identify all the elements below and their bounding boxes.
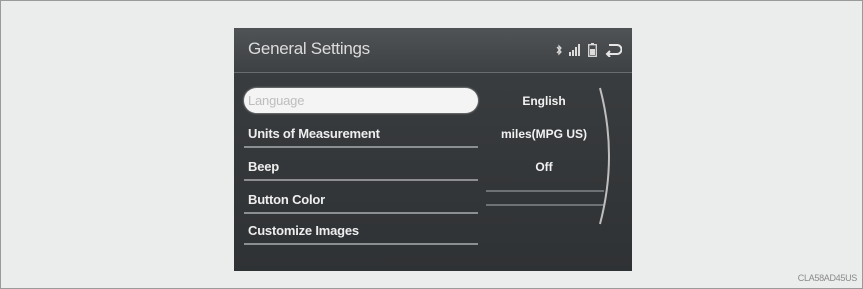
page-title: General Settings bbox=[248, 39, 370, 58]
language-value: English bbox=[522, 94, 566, 108]
menu-item-units[interactable]: Units of Measurement bbox=[244, 121, 478, 148]
value-divider bbox=[486, 204, 604, 206]
menu-item-button-color[interactable]: Button Color bbox=[244, 187, 478, 214]
scroll-indicator[interactable] bbox=[596, 86, 618, 226]
units-value: miles(MPG US) bbox=[500, 127, 587, 141]
bluetooth-icon bbox=[556, 44, 562, 56]
beep-value: Off bbox=[535, 160, 553, 174]
menu-item-customize-images[interactable]: Customize Images bbox=[244, 218, 478, 245]
signal-strength-icon bbox=[569, 44, 580, 56]
menu-item-language[interactable]: Language bbox=[244, 88, 478, 113]
status-icons bbox=[556, 40, 622, 60]
back-icon[interactable] bbox=[604, 43, 622, 57]
battery-icon bbox=[588, 43, 597, 57]
menu-item-beep[interactable]: Beep bbox=[244, 154, 478, 181]
value-divider bbox=[486, 190, 604, 192]
menu-item-label: Beep bbox=[248, 159, 279, 174]
figure-reference-code: CLA58AD45US bbox=[797, 273, 858, 283]
title-bar: General Settings bbox=[234, 28, 632, 73]
settings-screen: General Settings Language Units of Measu… bbox=[234, 28, 632, 271]
menu-item-label: Customize Images bbox=[248, 223, 359, 238]
menu-item-label: Units of Measurement bbox=[248, 126, 380, 141]
menu-item-label: Language bbox=[248, 93, 305, 108]
menu-item-label: Button Color bbox=[248, 192, 326, 207]
